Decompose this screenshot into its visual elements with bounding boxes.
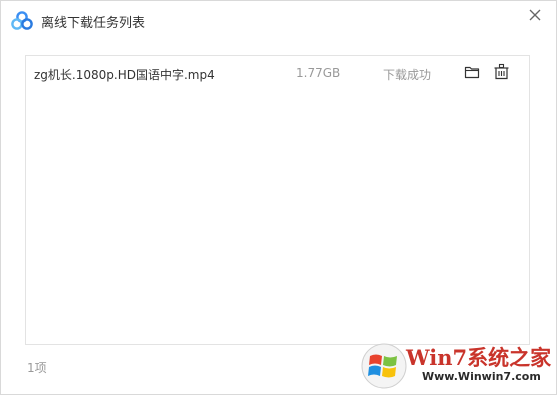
task-file-name: zg机长.1080p.HD国语中字.mp4 (34, 68, 215, 82)
baidu-netdisk-logo-icon (11, 11, 33, 31)
task-list: zg机长.1080p.HD国语中字.mp4 1.77GB 下载成功 (25, 55, 530, 345)
task-status: 下载成功 (383, 68, 432, 82)
task-row[interactable]: zg机长.1080p.HD国语中字.mp4 1.77GB 下载成功 (26, 56, 529, 90)
title-bar: 离线下载任务列表 (1, 1, 556, 41)
close-button[interactable] (526, 6, 544, 24)
open-folder-button[interactable] (464, 64, 480, 80)
folder-icon (464, 66, 480, 79)
watermark-logo: Win7系统之家 Www.Winwin7.com (360, 340, 552, 392)
delete-task-button[interactable] (493, 63, 510, 80)
task-file-size: 1.77GB (296, 66, 341, 80)
task-count: 1项 (27, 361, 47, 375)
offline-download-dialog: 离线下载任务列表 zg机长.1080p.HD国语中字.mp4 1.77GB 下载… (0, 0, 557, 395)
windows-flag-icon (361, 343, 407, 389)
watermark-url: Www.Winwin7.com (422, 370, 541, 383)
close-icon (529, 9, 541, 21)
watermark-brand: Win7系统之家 (406, 345, 552, 370)
trash-icon (494, 63, 509, 80)
dialog-title: 离线下载任务列表 (41, 16, 146, 31)
